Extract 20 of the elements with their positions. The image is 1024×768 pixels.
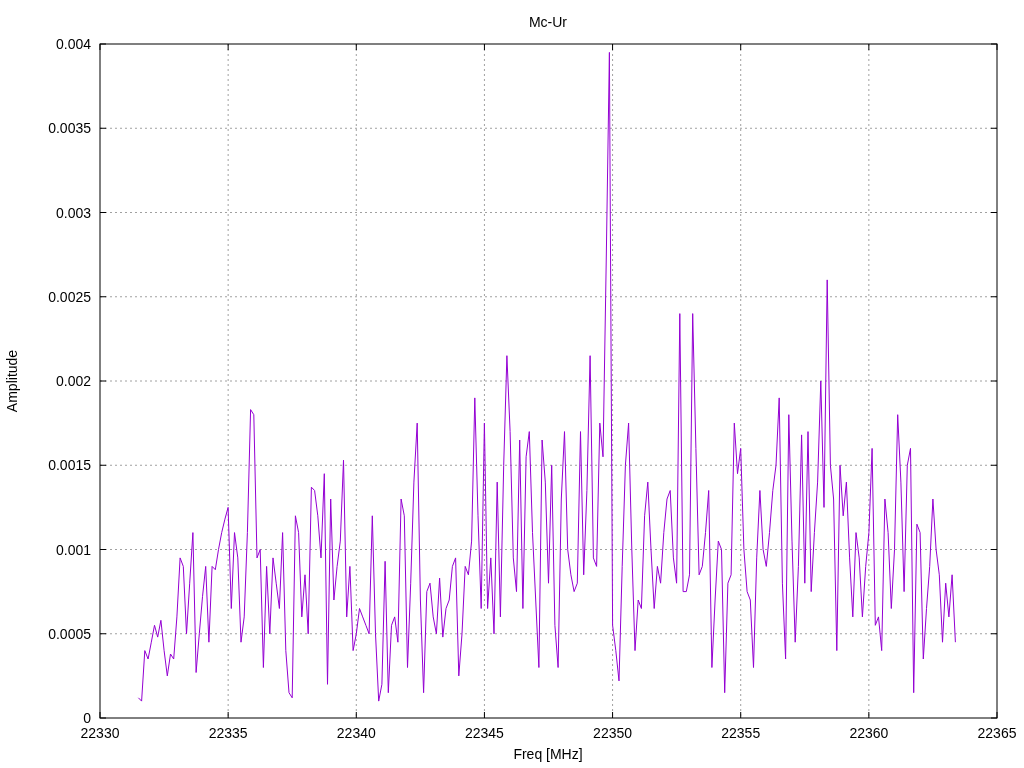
y-tick-label: 0	[83, 710, 91, 726]
y-tick-label: 0.0005	[48, 625, 91, 642]
y-tick-label: 0.0015	[48, 457, 91, 474]
y-axis-label: Amplitude	[4, 349, 20, 413]
y-tick-label: 0.0035	[48, 120, 91, 137]
y-tick-label: 0.001	[55, 541, 91, 558]
x-tick-label: 22335	[208, 725, 248, 741]
x-tick-label: 22345	[464, 725, 504, 741]
y-tick-label: 0.003	[55, 204, 91, 221]
y-tick-label: 0.0025	[48, 288, 91, 305]
x-tick-label: 22330	[80, 725, 120, 741]
chart-title: Mc-Ur	[528, 14, 568, 30]
x-tick-label: 22350	[593, 725, 633, 741]
x-tick-label: 22360	[849, 725, 889, 741]
x-tick-label: 22355	[721, 725, 761, 741]
y-tick-label: 0.004	[55, 36, 91, 52]
x-axis-label: Freq [MHz]	[513, 746, 583, 762]
x-tick-label: 22340	[336, 725, 376, 741]
y-tick-label: 0.002	[55, 373, 91, 389]
x-tick-label: 22365	[977, 725, 1017, 741]
